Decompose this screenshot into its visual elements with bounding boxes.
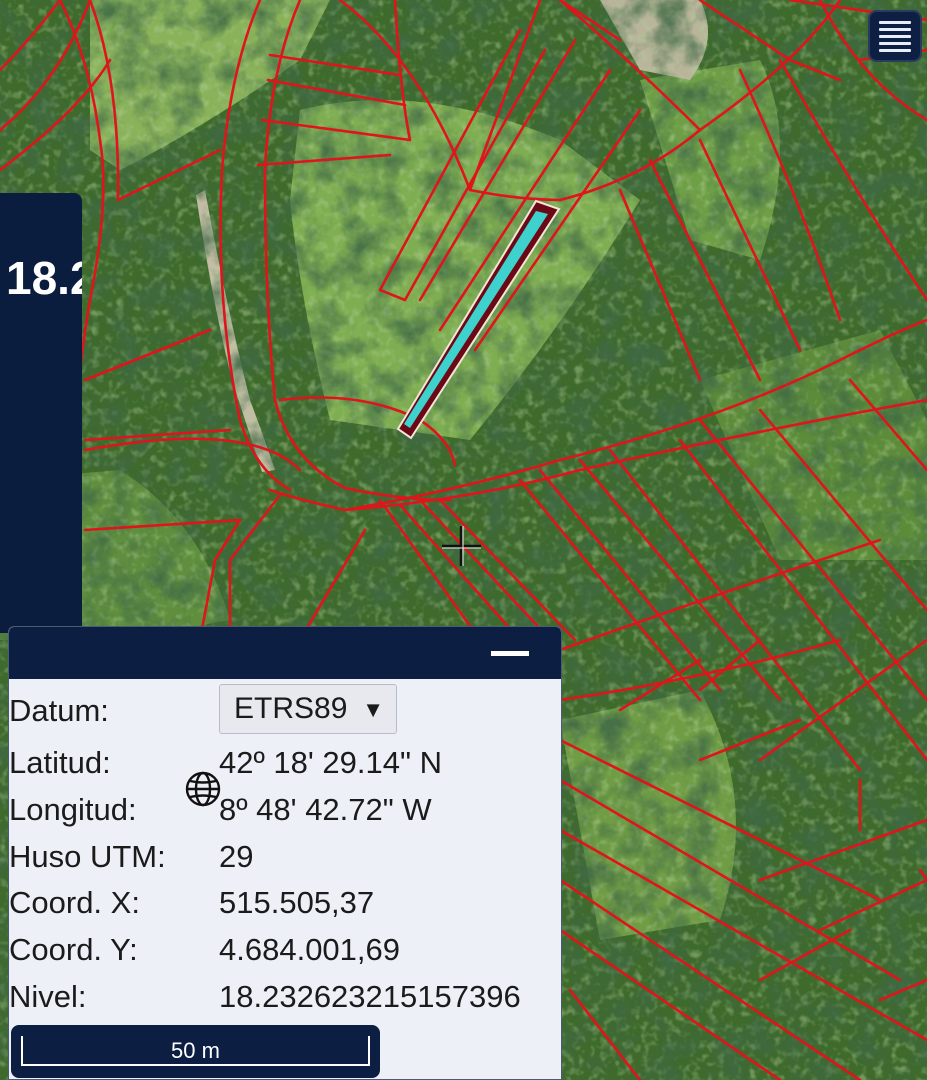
datum-label: Datum:	[9, 693, 109, 728]
nivel-label: Nivel:	[9, 979, 87, 1014]
minimize-button[interactable]	[491, 651, 529, 656]
side-panel-text: 18.2	[6, 252, 82, 304]
globe-icon[interactable]	[183, 769, 223, 809]
hamburger-menu-button[interactable]	[868, 10, 922, 62]
menu-line	[879, 41, 911, 45]
huso-utm-label: Huso UTM:	[9, 839, 166, 874]
nivel-value: 18.232623215157396	[219, 979, 521, 1014]
chevron-down-icon: ▼	[362, 697, 384, 722]
longitud-value: 8º 48' 42.72" W	[219, 792, 432, 827]
menu-line	[879, 20, 911, 24]
datum-select[interactable]: ETRS89 ▼	[219, 684, 397, 734]
coord-y-value: 4.684.001,69	[219, 932, 401, 967]
coord-x-value: 515.505,37	[219, 885, 375, 920]
info-panel-header	[9, 627, 561, 679]
coord-x-label: Coord. X:	[9, 885, 140, 920]
longitud-label: Longitud:	[9, 792, 137, 827]
latitud-label: Latitud:	[9, 745, 111, 780]
coord-y-label: Coord. Y:	[9, 932, 138, 967]
latitud-value: 42º 18' 29.14" N	[219, 745, 443, 780]
huso-utm-value: 29	[219, 839, 254, 874]
menu-line	[879, 27, 911, 31]
map-scale-bar: 50 m	[11, 1025, 380, 1078]
scale-label: 50 m	[171, 1038, 220, 1063]
menu-line	[879, 34, 911, 38]
coordinates-info-panel: Datum: ETRS89 ▼ Latitud: 42º 18' 29.14" …	[8, 626, 562, 1080]
menu-line	[879, 48, 911, 52]
side-panel-collapsed[interactable]: 18.2	[0, 193, 82, 633]
datum-value: ETRS89	[234, 692, 348, 725]
